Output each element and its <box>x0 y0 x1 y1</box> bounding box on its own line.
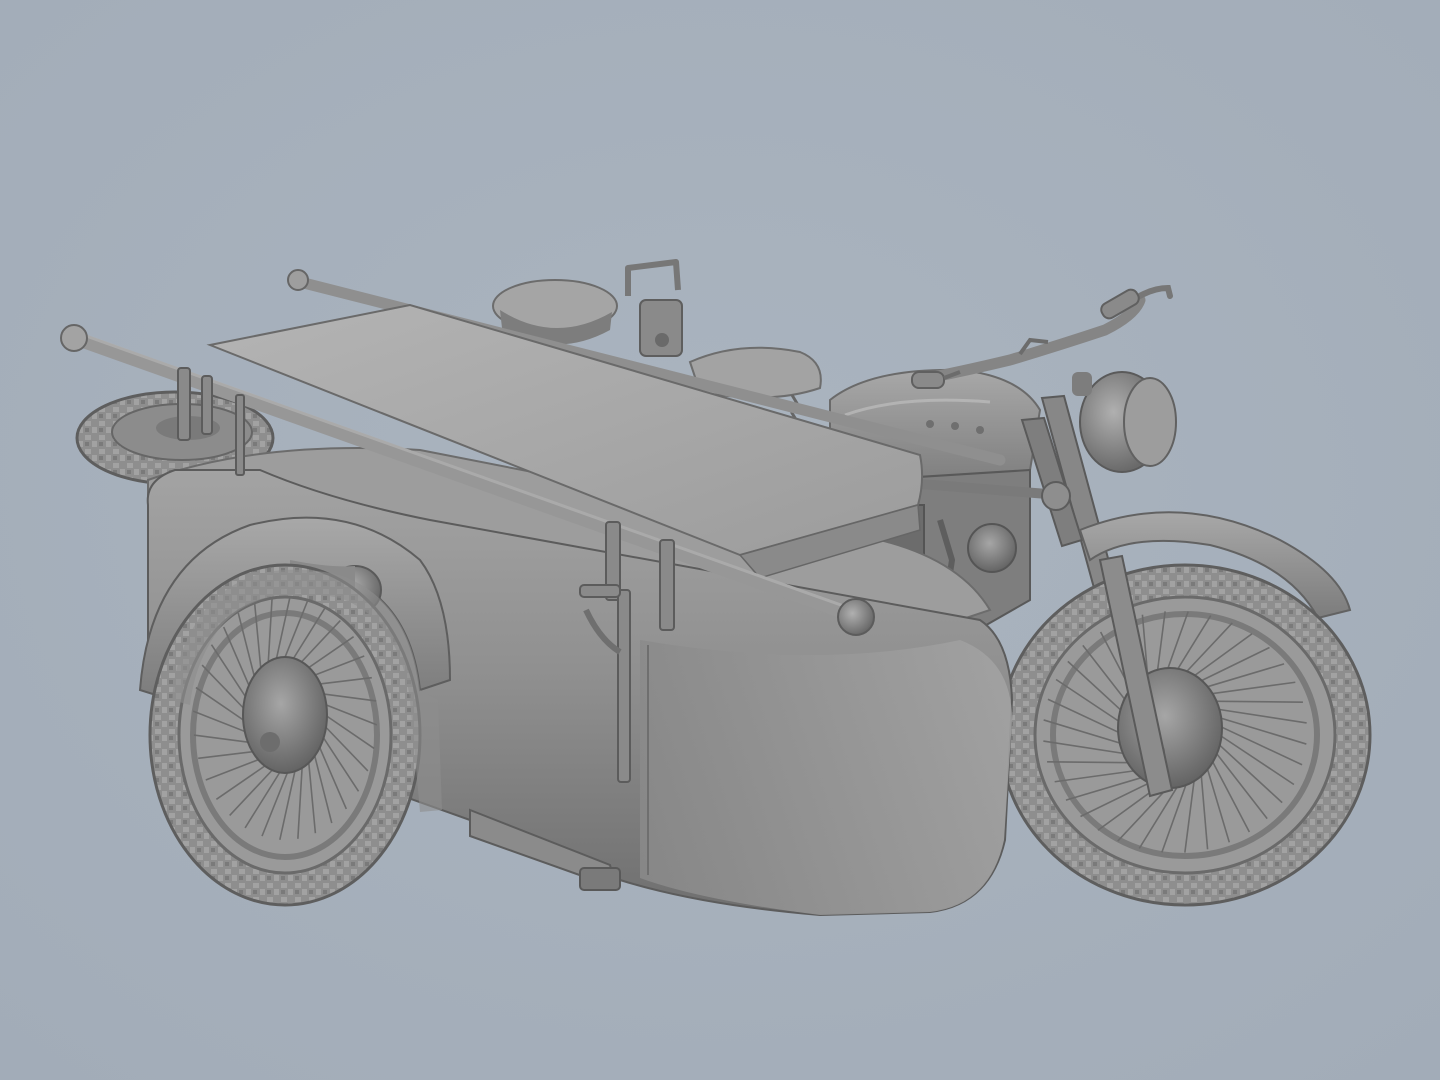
render-viewport <box>0 0 1440 1080</box>
front-wheel <box>998 563 1372 907</box>
sidecar-hub <box>242 656 328 774</box>
pole-end-knob <box>837 598 875 636</box>
render-scene <box>0 0 1440 1080</box>
wheel-spoke <box>1205 700 1303 703</box>
engine-cover <box>967 523 1017 573</box>
pole-end-knob <box>60 324 88 352</box>
